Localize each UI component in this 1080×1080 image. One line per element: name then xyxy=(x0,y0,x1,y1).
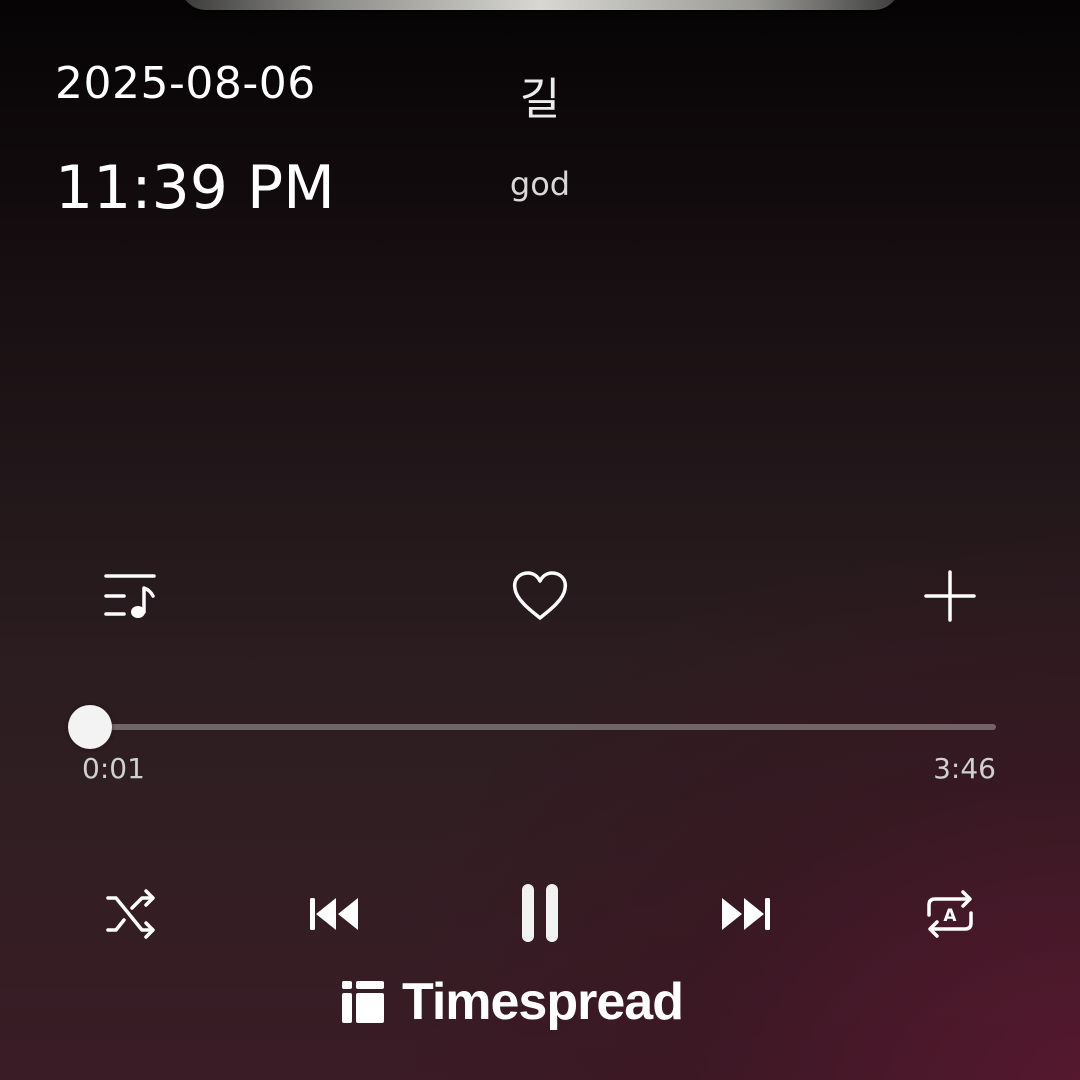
plus-icon xyxy=(924,570,976,622)
repeat-auto-icon: A xyxy=(927,890,973,938)
total-time: 3:46 xyxy=(933,752,996,785)
elapsed-time: 0:01 xyxy=(82,752,145,785)
pause-button[interactable] xyxy=(508,878,572,948)
album-artwork-edge xyxy=(180,0,900,10)
brand-name: Timespread xyxy=(402,973,684,1031)
timespread-logo-icon xyxy=(342,981,384,1023)
heart-outline-icon xyxy=(512,571,568,620)
repeat-badge: A xyxy=(943,906,957,926)
progress-bar[interactable] xyxy=(67,705,996,749)
like-button[interactable] xyxy=(508,566,572,626)
shuffle-button[interactable] xyxy=(100,884,160,944)
repeat-button[interactable]: A xyxy=(920,884,980,944)
playlist-music-icon xyxy=(104,574,156,618)
pause-icon xyxy=(522,884,558,942)
time-display: 11:39 PM xyxy=(55,153,335,223)
brand-watermark: Timespread xyxy=(340,972,740,1032)
next-track-button[interactable] xyxy=(716,886,776,942)
track-artist: god xyxy=(509,165,571,203)
skip-previous-icon xyxy=(310,898,358,930)
shuffle-icon xyxy=(106,889,155,939)
track-title: 길 xyxy=(519,74,561,125)
add-to-playlist-button[interactable] xyxy=(920,566,980,626)
progress-thumb[interactable] xyxy=(67,705,112,749)
previous-track-button[interactable] xyxy=(304,886,364,942)
skip-next-icon xyxy=(722,898,770,930)
date-display: 2025-08-06 xyxy=(55,58,316,109)
playlist-button[interactable] xyxy=(100,566,160,626)
